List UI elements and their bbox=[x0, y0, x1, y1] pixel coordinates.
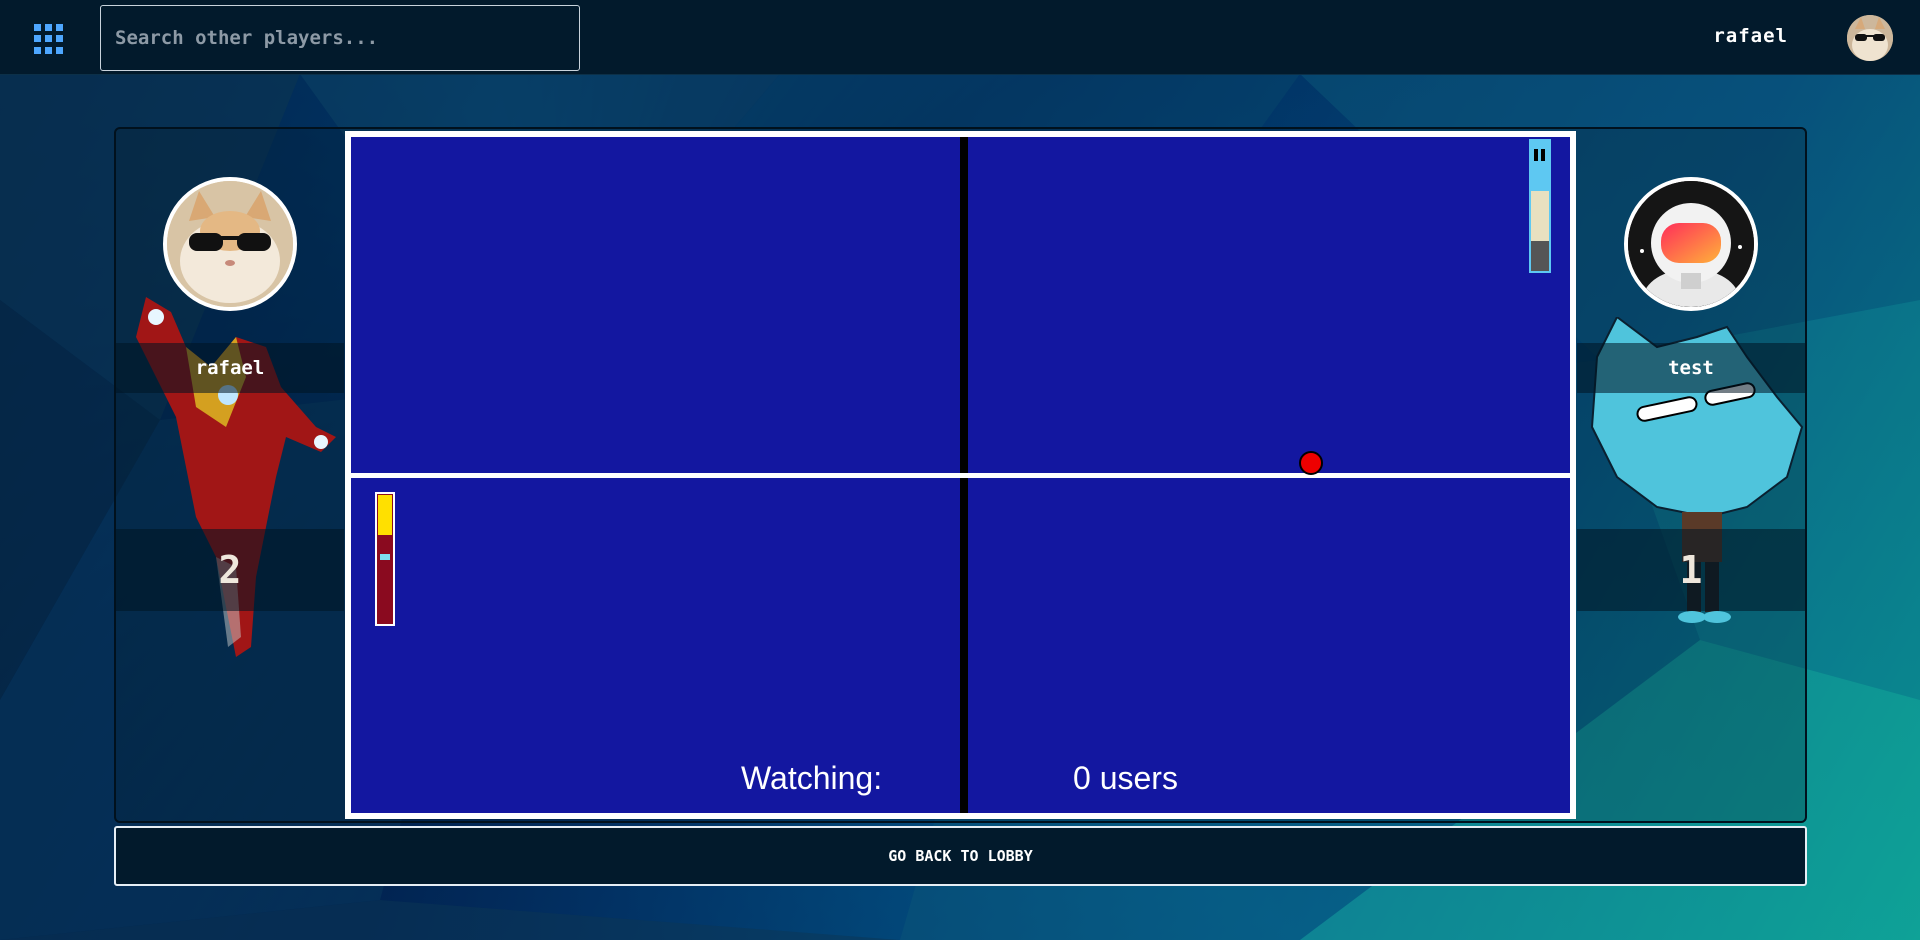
ball bbox=[1299, 451, 1323, 475]
left-player-score: 2 bbox=[116, 529, 344, 611]
left-player-name: rafael bbox=[116, 343, 344, 393]
right-player-avatar bbox=[1624, 177, 1758, 311]
right-player-score: 1 bbox=[1577, 529, 1805, 611]
top-navbar: rafael bbox=[0, 0, 1920, 75]
left-player-avatar bbox=[163, 177, 297, 311]
watching-count: 0 users bbox=[1073, 760, 1178, 796]
left-player-panel: rafael 2 bbox=[116, 129, 344, 821]
player-search-input[interactable] bbox=[100, 5, 580, 71]
court-center-line bbox=[351, 473, 1570, 478]
watching-label: Watching: bbox=[741, 760, 883, 796]
current-user-avatar[interactable] bbox=[1847, 15, 1893, 61]
apps-grid-icon[interactable] bbox=[34, 24, 64, 54]
back-to-lobby-button[interactable]: GO BACK TO LOBBY bbox=[114, 826, 1807, 886]
right-player-name: test bbox=[1577, 343, 1805, 393]
right-paddle bbox=[1529, 139, 1551, 273]
left-paddle bbox=[375, 492, 395, 626]
game-court: Watching: 0 users bbox=[345, 131, 1576, 819]
current-user-name[interactable]: rafael bbox=[1713, 25, 1788, 47]
right-player-panel: test 1 bbox=[1577, 129, 1805, 821]
iron-man-character-image bbox=[136, 297, 336, 657]
